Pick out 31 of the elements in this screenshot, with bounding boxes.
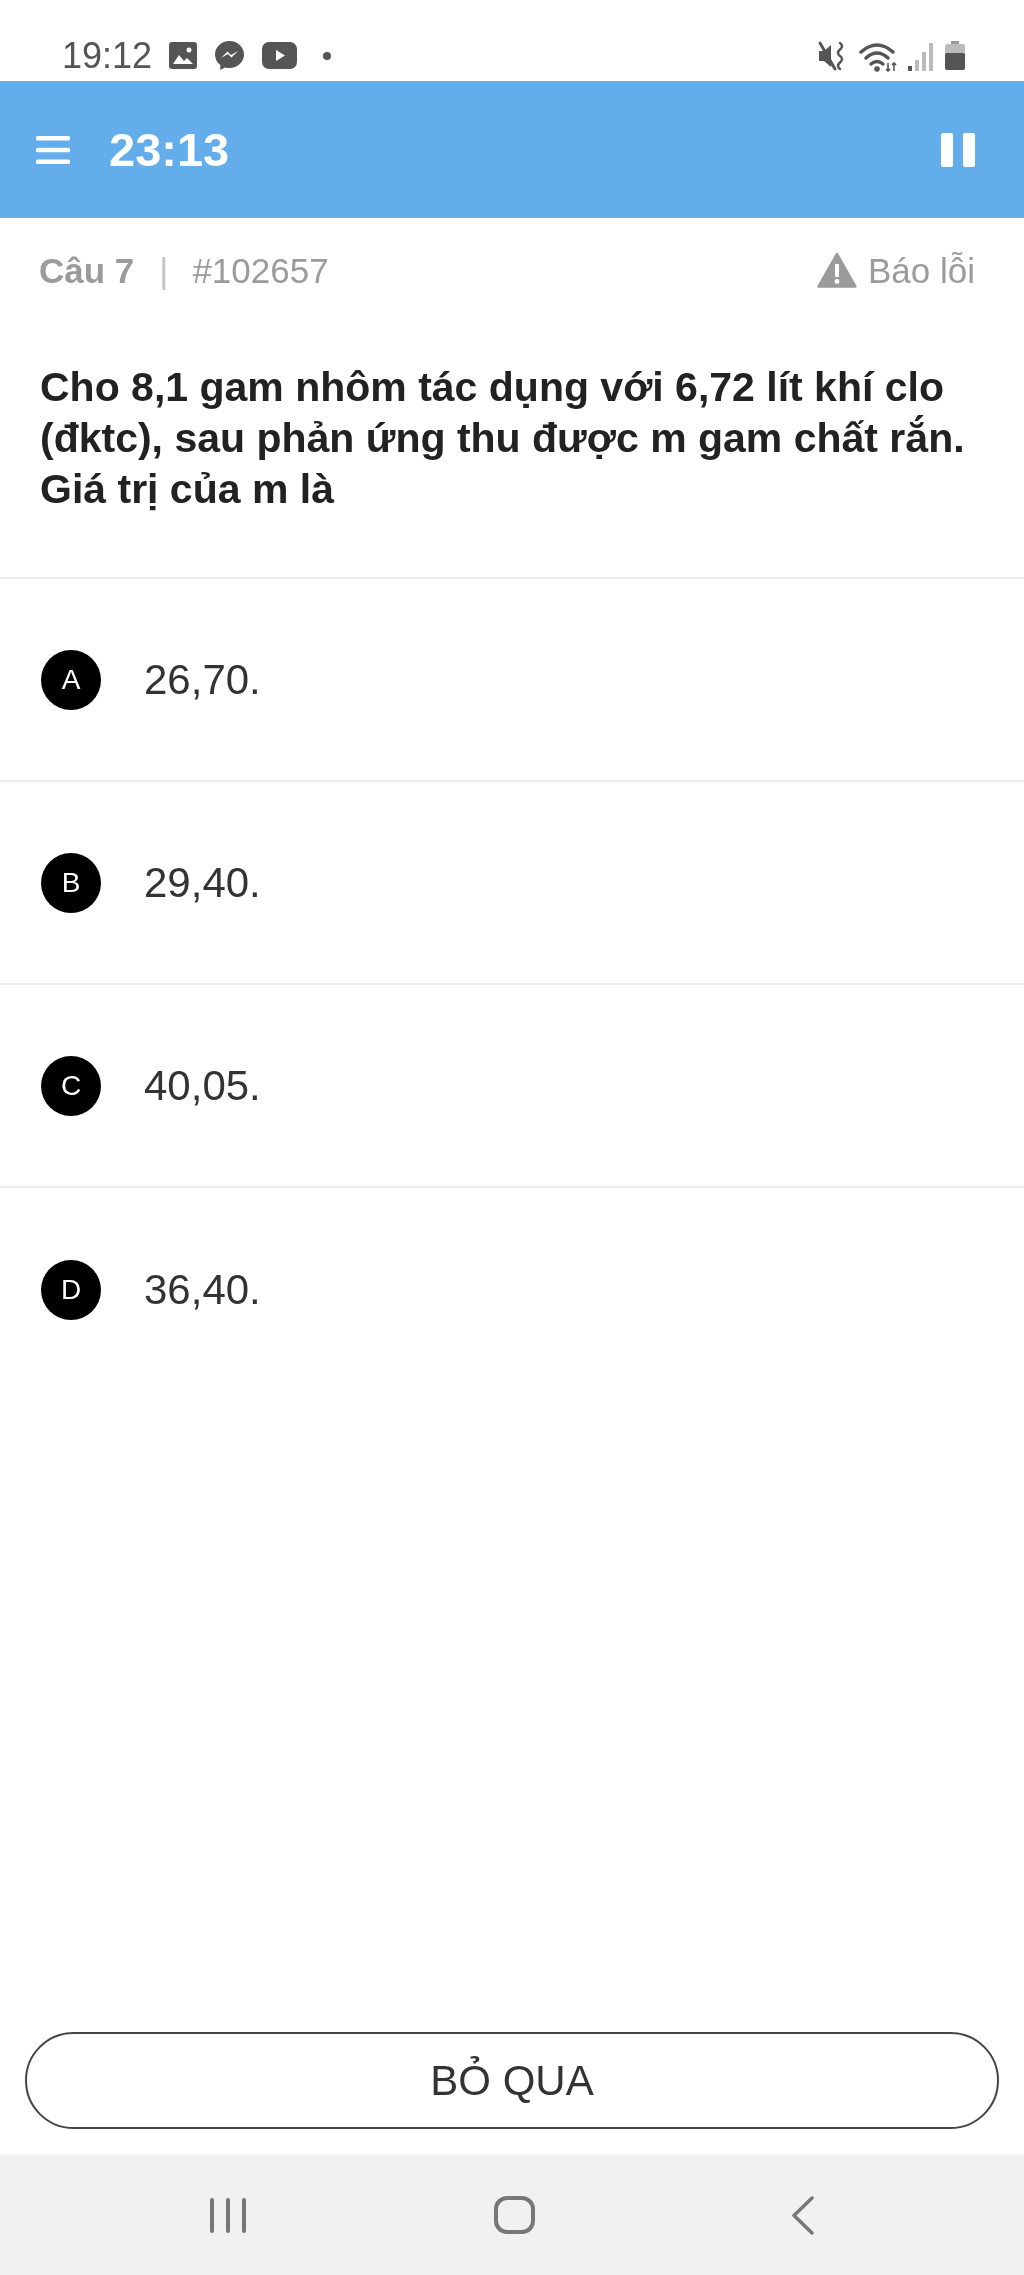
menu-icon[interactable] — [36, 135, 70, 164]
question-text: Cho 8,1 gam nhôm tác dụng với 6,72 lít khí clo (đktc), sau phản ứng thu được m gam chất rắn. Giá trị của m là — [40, 363, 966, 514]
notification-dot-icon — [323, 51, 332, 60]
chat-bubble-icon — [214, 40, 246, 71]
status-time: 19:12 — [62, 37, 153, 74]
recent-apps-icon[interactable] — [208, 2197, 247, 2233]
back-icon[interactable] — [789, 2195, 815, 2235]
video-play-icon — [262, 42, 298, 69]
warning-icon — [816, 252, 857, 288]
image-icon — [169, 42, 198, 69]
timer-text: 23:13 — [109, 126, 230, 173]
home-icon[interactable] — [494, 2196, 536, 2234]
option-letter: C — [41, 1055, 101, 1116]
question-number: Câu 7 — [39, 252, 135, 288]
answer-option[interactable]: A 26,70. — [0, 579, 1024, 782]
pause-icon[interactable] — [941, 132, 975, 167]
question-id: #102657 — [192, 252, 329, 288]
answer-option[interactable]: B 29,40. — [0, 782, 1024, 985]
signal-icon — [908, 40, 933, 71]
answer-option[interactable]: D 36,40. — [0, 1188, 1024, 1391]
option-text: 29,40. — [144, 861, 261, 904]
answer-option[interactable]: C 40,05. — [0, 985, 1024, 1188]
option-text: 36,40. — [144, 1268, 261, 1311]
option-text: 26,70. — [144, 658, 261, 701]
option-letter: D — [41, 1259, 101, 1320]
skip-button[interactable]: BỎ QUA — [25, 2032, 999, 2129]
option-letter: B — [41, 852, 101, 913]
option-text: 40,05. — [144, 1064, 261, 1107]
separator-text: | — [159, 252, 169, 288]
battery-icon — [944, 41, 966, 70]
option-letter: A — [41, 649, 101, 710]
